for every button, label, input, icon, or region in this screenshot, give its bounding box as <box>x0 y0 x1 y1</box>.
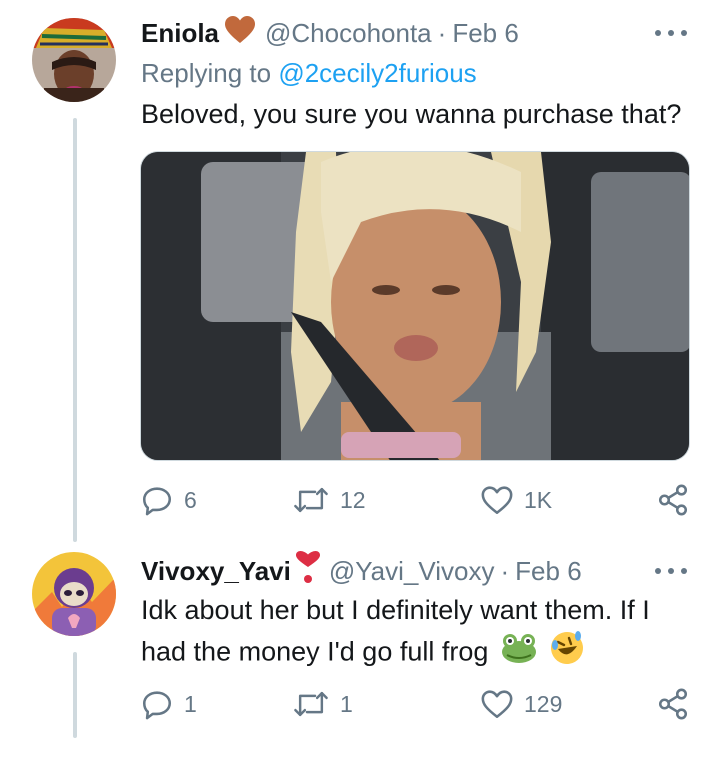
like-icon <box>481 690 513 719</box>
thread-line <box>73 118 77 542</box>
share-icon <box>658 688 688 720</box>
tweet-header: Eniola @Chocohonta · Feb 6 <box>141 15 519 52</box>
tweet-actions: 1 1 129 <box>140 684 690 724</box>
retweet-button[interactable]: 1 <box>292 684 353 724</box>
frog-emoji <box>500 632 538 675</box>
reply-icon <box>142 691 172 720</box>
separator: · <box>500 555 510 586</box>
author-handle[interactable]: @Yavi_Vivoxy <box>329 556 495 587</box>
tweet-header: Vivoxy_Yavi @Yavi_Vivoxy · Feb 6 <box>141 550 582 588</box>
separator: · <box>437 17 447 48</box>
like-count: 1K <box>524 486 553 513</box>
rolling-laughing-emoji <box>549 630 585 677</box>
tweet-date[interactable]: Feb 6 <box>515 556 582 587</box>
like-button[interactable]: 1K <box>480 480 552 520</box>
share-icon <box>658 484 688 516</box>
retweet-icon <box>294 487 328 513</box>
like-button[interactable]: 129 <box>480 684 562 724</box>
reply-button[interactable]: 1 <box>140 684 197 724</box>
retweet-count: 1 <box>340 690 353 717</box>
tweet-media-image[interactable] <box>140 151 690 461</box>
avatar[interactable] <box>32 18 116 102</box>
tweet-date[interactable]: Feb 6 <box>452 18 519 49</box>
reply-button[interactable]: 6 <box>140 480 197 520</box>
retweet-icon <box>294 691 328 717</box>
author-name[interactable]: Vivoxy_Yavi <box>141 556 291 587</box>
more-icon[interactable] <box>655 28 687 38</box>
heart-emoji <box>223 15 257 52</box>
like-count: 129 <box>524 690 563 717</box>
reply-count: 6 <box>184 486 197 513</box>
replying-prefix: Replying to <box>141 58 272 88</box>
author-handle[interactable]: @Chocohonta <box>265 18 432 49</box>
tweet-text-container: Idk about her but I definitely want them… <box>141 590 701 677</box>
thread-line <box>73 652 77 738</box>
mention-link[interactable]: @2cecily2furious <box>278 58 476 88</box>
reply-icon <box>142 487 172 516</box>
like-icon <box>481 486 513 515</box>
exclamation-heart-emoji <box>295 550 321 592</box>
share-button[interactable] <box>656 684 690 724</box>
share-button[interactable] <box>656 480 690 520</box>
replying-to: Replying to @2cecily2furious <box>141 58 477 89</box>
more-icon[interactable] <box>655 566 687 576</box>
reply-count: 1 <box>184 690 197 717</box>
avatar[interactable] <box>32 552 116 636</box>
retweet-count: 12 <box>340 486 366 513</box>
author-name[interactable]: Eniola <box>141 18 219 49</box>
tweet-text: Beloved, you sure you wanna purchase tha… <box>141 99 682 129</box>
retweet-button[interactable]: 12 <box>292 480 366 520</box>
tweet-actions: 6 12 1K <box>140 480 690 520</box>
